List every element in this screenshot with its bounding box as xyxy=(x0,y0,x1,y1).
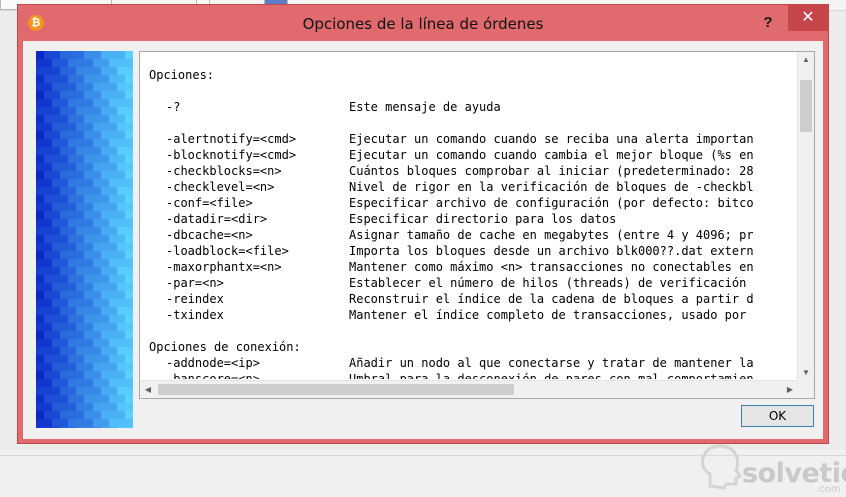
help-line: -dbcache=<n> Asignar tamaño de cache en m… xyxy=(149,227,797,243)
solvetic-watermark: solvetic .com xyxy=(690,440,846,497)
help-line: Opciones de conexión: xyxy=(149,340,301,354)
dialog-body: Opciones: -? Este mensaje de ayuda -alertno… xyxy=(23,41,823,439)
option-name: -datadir=<dir> xyxy=(166,212,268,226)
option-description: Este mensaje de ayuda xyxy=(349,100,501,114)
ok-button[interactable]: OK xyxy=(741,405,814,427)
help-line xyxy=(149,83,797,99)
option-description: Cuántos bloques comprobar al iniciar (pr… xyxy=(349,164,754,178)
horizontal-scroll-thumb[interactable] xyxy=(158,384,514,395)
option-name: -dbcache=<n> xyxy=(166,228,253,242)
title-bar[interactable]: ₿ Opciones de la línea de órdenes ? ✕ xyxy=(18,5,828,41)
help-line: -addnode=<ip> Añadir un nodo al que conec… xyxy=(149,355,797,371)
option-name: -checkblocks=<n> xyxy=(166,164,282,178)
help-button[interactable]: ? xyxy=(748,11,788,35)
option-name: -conf=<file> xyxy=(166,196,253,210)
close-button[interactable]: ✕ xyxy=(788,5,828,31)
scroll-up-icon[interactable]: ▲ xyxy=(798,52,814,68)
help-line: -reindex Reconstruir el índice de la cade… xyxy=(149,291,797,307)
option-name: -addnode=<ip> xyxy=(166,356,260,370)
help-line: -checklevel=<n> Nivel de rigor en la veri… xyxy=(149,179,797,195)
option-description: Mantener como máximo <n> transacciones n… xyxy=(349,260,754,274)
option-description: Asignar tamaño de cache en megabytes (en… xyxy=(349,228,754,242)
help-text: Opciones: -? Este mensaje de ayuda -alertno… xyxy=(149,67,797,379)
help-line xyxy=(149,115,797,131)
option-name: -? xyxy=(166,100,181,114)
vertical-scrollbar[interactable]: ▲ ▼ xyxy=(797,52,814,381)
help-text-area[interactable]: Opciones: -? Este mensaje de ayuda -alertno… xyxy=(139,51,815,399)
scroll-left-icon[interactable]: ◀ xyxy=(140,381,156,398)
option-description: Reconstruir el índice de la cadena de bl… xyxy=(349,292,754,306)
option-description: Especificar directorio para los datos xyxy=(349,212,617,226)
help-line: -alertnotify=<cmd> Ejecutar un comando cu… xyxy=(149,131,797,147)
watermark-domain: .com xyxy=(816,484,841,495)
dialog-title: Opciones de la línea de órdenes xyxy=(302,15,544,33)
option-description: Añadir un nodo al que conectarse y trata… xyxy=(349,356,754,370)
help-line xyxy=(149,323,797,339)
option-name: -checklevel=<n> xyxy=(166,180,275,194)
option-name: -par=<n> xyxy=(166,276,224,290)
help-line: -datadir=<dir> Especificar directorio par… xyxy=(149,211,797,227)
help-line: -par=<n> Establecer el número de hilos (t… xyxy=(149,275,797,291)
vertical-scroll-thumb[interactable] xyxy=(800,80,812,132)
help-line: -blocknotify=<cmd> Ejecutar un comando cu… xyxy=(149,147,797,163)
option-description: Importa los bloques desde un archivo blk… xyxy=(349,244,754,258)
option-name: -txindex xyxy=(166,308,224,322)
help-line: -banscore=<n> Umbral para la desconexión … xyxy=(149,371,797,379)
help-line: Opciones: xyxy=(149,68,215,82)
option-description: Umbral para la desconexión de pares con … xyxy=(349,372,754,379)
option-description: Establecer el número de hilos (threads) … xyxy=(349,276,747,290)
horizontal-scrollbar[interactable]: ◀ ▶ xyxy=(140,380,798,398)
option-name: -alertnotify=<cmd> xyxy=(166,132,297,146)
help-line: -txindex Mantener el índice completo de t… xyxy=(149,307,797,323)
option-description: Nivel de rigor en la verificación de blo… xyxy=(349,180,754,194)
option-description: Ejecutar un comando cuando cambia el mej… xyxy=(349,148,754,162)
help-line: -conf=<file> Especificar archivo de confi… xyxy=(149,195,797,211)
scroll-right-icon[interactable]: ▶ xyxy=(782,381,798,398)
head-logo-icon xyxy=(701,444,743,490)
help-line: -loadblock=<file> Importa los bloques des… xyxy=(149,243,797,259)
help-line: -? Este mensaje de ayuda xyxy=(149,99,797,115)
side-banner-image xyxy=(36,51,133,428)
help-line: -checkblocks=<n> Cuántos bloques comproba… xyxy=(149,163,797,179)
option-name: -reindex xyxy=(166,292,224,306)
scroll-down-icon[interactable]: ▼ xyxy=(798,365,814,381)
option-description: Ejecutar un comando cuando se reciba una… xyxy=(349,132,754,146)
option-description: Especificar archivo de configuración (po… xyxy=(349,196,754,210)
option-name: -maxorphantx=<n> xyxy=(166,260,282,274)
option-description: Mantener el índice completo de transacci… xyxy=(349,308,747,322)
option-name: -banscore=<n> xyxy=(166,372,260,379)
help-line: -maxorphantx=<n> Mantener como máximo <n>… xyxy=(149,259,797,275)
options-dialog: ₿ Opciones de la línea de órdenes ? ✕ Op… xyxy=(17,4,829,444)
option-name: -blocknotify=<cmd> xyxy=(166,148,297,162)
scrollbar-corner xyxy=(797,380,814,398)
option-name: -loadblock=<file> xyxy=(166,244,289,258)
